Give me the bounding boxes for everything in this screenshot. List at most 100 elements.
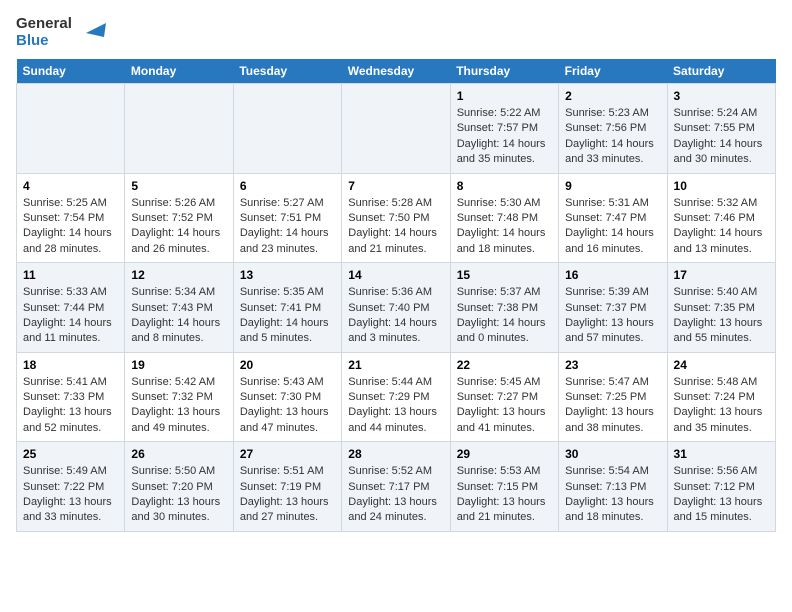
logo-general: General xyxy=(16,16,72,33)
calendar-cell: 24Sunrise: 5:48 AMSunset: 7:24 PMDayligh… xyxy=(667,352,775,442)
day-info: Sunrise: 5:56 AMSunset: 7:12 PMDaylight:… xyxy=(674,464,769,526)
calendar-week-row: 4Sunrise: 5:25 AMSunset: 7:54 PMDaylight… xyxy=(17,173,776,263)
calendar-table: SundayMondayTuesdayWednesdayThursdayFrid… xyxy=(16,59,776,532)
calendar-cell: 17 Sunrise: 5:40 AMSunset: 7:35 PMDayligh… xyxy=(667,263,775,353)
day-info: Sunrise: 5:50 AMSunset: 7:20 PMDaylight:… xyxy=(131,464,226,526)
day-number: 15 xyxy=(457,268,552,282)
logo-blue: Blue xyxy=(16,33,72,50)
calendar-cell xyxy=(342,84,450,174)
calendar-cell: 22Sunrise: 5:45 AMSunset: 7:27 PMDayligh… xyxy=(450,352,558,442)
calendar-header: SundayMondayTuesdayWednesdayThursdayFrid… xyxy=(17,59,776,84)
calendar-day-header: Thursday xyxy=(450,59,558,84)
day-number: 20 xyxy=(240,358,335,372)
day-info: Sunrise: 5:23 AMSunset: 7:56 PMDaylight:… xyxy=(565,106,660,168)
day-info: Sunrise: 5:36 AMSunset: 7:40 PMDaylight:… xyxy=(348,285,443,347)
calendar-week-row: 18 Sunrise: 5:41 AMSunset: 7:33 PMDayligh… xyxy=(17,352,776,442)
day-info: Sunrise: 5:31 AMSunset: 7:47 PMDaylight:… xyxy=(565,196,660,258)
day-info: Sunrise: 5:45 AMSunset: 7:27 PMDaylight:… xyxy=(457,375,552,437)
day-info: Sunrise: 5:34 AMSunset: 7:43 PMDaylight:… xyxy=(131,285,226,347)
day-number: 25 xyxy=(23,447,118,461)
day-info: Sunrise: 5:33 AMSunset: 7:44 PMDaylight:… xyxy=(23,285,118,347)
calendar-week-row: 1 Sunrise: 5:22 AMSunset: 7:57 PMDaylight… xyxy=(17,84,776,174)
calendar-cell: 1 Sunrise: 5:22 AMSunset: 7:57 PMDaylight… xyxy=(450,84,558,174)
day-number: 31 xyxy=(674,447,769,461)
calendar-cell: 5Sunrise: 5:26 AMSunset: 7:52 PMDaylight… xyxy=(125,173,233,263)
day-number: 29 xyxy=(457,447,552,461)
calendar-day-header: Monday xyxy=(125,59,233,84)
calendar-cell: 20 Sunrise: 5:43 AMSunset: 7:30 PMDayligh… xyxy=(233,352,341,442)
calendar-cell: 6Sunrise: 5:27 AMSunset: 7:51 PMDaylight… xyxy=(233,173,341,263)
calendar-cell: 14 Sunrise: 5:36 AMSunset: 7:40 PMDayligh… xyxy=(342,263,450,353)
calendar-cell: 25 Sunrise: 5:49 AMSunset: 7:22 PMDayligh… xyxy=(17,442,125,532)
day-number: 11 xyxy=(23,268,118,282)
calendar-cell: 11 Sunrise: 5:33 AMSunset: 7:44 PMDayligh… xyxy=(17,263,125,353)
calendar-cell xyxy=(233,84,341,174)
day-number: 28 xyxy=(348,447,443,461)
calendar-cell: 2 Sunrise: 5:23 AMSunset: 7:56 PMDaylight… xyxy=(559,84,667,174)
day-info: Sunrise: 5:44 AMSunset: 7:29 PMDaylight:… xyxy=(348,375,443,437)
day-info: Sunrise: 5:27 AMSunset: 7:51 PMDaylight:… xyxy=(240,196,335,258)
day-number: 16 xyxy=(565,268,660,282)
calendar-cell: 7Sunrise: 5:28 AMSunset: 7:50 PMDaylight… xyxy=(342,173,450,263)
day-info: Sunrise: 5:32 AMSunset: 7:46 PMDaylight:… xyxy=(674,196,769,258)
day-number: 26 xyxy=(131,447,226,461)
calendar-cell xyxy=(125,84,233,174)
day-info: Sunrise: 5:28 AMSunset: 7:50 PMDaylight:… xyxy=(348,196,443,258)
calendar-cell: 26 Sunrise: 5:50 AMSunset: 7:20 PMDayligh… xyxy=(125,442,233,532)
day-info: Sunrise: 5:40 AMSunset: 7:35 PMDaylight:… xyxy=(674,285,769,347)
day-info: Sunrise: 5:35 AMSunset: 7:41 PMDaylight:… xyxy=(240,285,335,347)
calendar-cell: 29 Sunrise: 5:53 AMSunset: 7:15 PMDayligh… xyxy=(450,442,558,532)
day-number: 27 xyxy=(240,447,335,461)
day-info: Sunrise: 5:48 AMSunset: 7:24 PMDaylight:… xyxy=(674,375,769,437)
day-info: Sunrise: 5:26 AMSunset: 7:52 PMDaylight:… xyxy=(131,196,226,258)
calendar-cell: 9 Sunrise: 5:31 AMSunset: 7:47 PMDaylight… xyxy=(559,173,667,263)
day-number: 13 xyxy=(240,268,335,282)
day-info: Sunrise: 5:42 AMSunset: 7:32 PMDaylight:… xyxy=(131,375,226,437)
day-number: 4 xyxy=(23,179,118,193)
calendar-cell: 30Sunrise: 5:54 AMSunset: 7:13 PMDayligh… xyxy=(559,442,667,532)
calendar-cell: 13 Sunrise: 5:35 AMSunset: 7:41 PMDayligh… xyxy=(233,263,341,353)
calendar-cell: 10 Sunrise: 5:32 AMSunset: 7:46 PMDayligh… xyxy=(667,173,775,263)
day-info: Sunrise: 5:53 AMSunset: 7:15 PMDaylight:… xyxy=(457,464,552,526)
calendar-cell: 12 Sunrise: 5:34 AMSunset: 7:43 PMDayligh… xyxy=(125,263,233,353)
day-number: 8 xyxy=(457,179,552,193)
day-info: Sunrise: 5:39 AMSunset: 7:37 PMDaylight:… xyxy=(565,285,660,347)
calendar-cell: 21Sunrise: 5:44 AMSunset: 7:29 PMDayligh… xyxy=(342,352,450,442)
day-info: Sunrise: 5:37 AMSunset: 7:38 PMDaylight:… xyxy=(457,285,552,347)
day-info: Sunrise: 5:49 AMSunset: 7:22 PMDaylight:… xyxy=(23,464,118,526)
calendar-week-row: 25 Sunrise: 5:49 AMSunset: 7:22 PMDayligh… xyxy=(17,442,776,532)
day-number: 23 xyxy=(565,358,660,372)
calendar-day-header: Wednesday xyxy=(342,59,450,84)
day-number: 19 xyxy=(131,358,226,372)
day-number: 17 xyxy=(674,268,769,282)
calendar-cell: 3Sunrise: 5:24 AMSunset: 7:55 PMDaylight… xyxy=(667,84,775,174)
calendar-cell: 15 Sunrise: 5:37 AMSunset: 7:38 PMDayligh… xyxy=(450,263,558,353)
calendar-cell: 27 Sunrise: 5:51 AMSunset: 7:19 PMDayligh… xyxy=(233,442,341,532)
calendar-week-row: 11 Sunrise: 5:33 AMSunset: 7:44 PMDayligh… xyxy=(17,263,776,353)
calendar-cell xyxy=(17,84,125,174)
day-number: 2 xyxy=(565,89,660,103)
calendar-day-header: Tuesday xyxy=(233,59,341,84)
calendar-cell: 19 Sunrise: 5:42 AMSunset: 7:32 PMDayligh… xyxy=(125,352,233,442)
day-info: Sunrise: 5:41 AMSunset: 7:33 PMDaylight:… xyxy=(23,375,118,437)
day-info: Sunrise: 5:52 AMSunset: 7:17 PMDaylight:… xyxy=(348,464,443,526)
day-number: 18 xyxy=(23,358,118,372)
calendar-cell: 31 Sunrise: 5:56 AMSunset: 7:12 PMDayligh… xyxy=(667,442,775,532)
calendar-cell: 16 Sunrise: 5:39 AMSunset: 7:37 PMDayligh… xyxy=(559,263,667,353)
day-number: 3 xyxy=(674,89,769,103)
day-info: Sunrise: 5:30 AMSunset: 7:48 PMDaylight:… xyxy=(457,196,552,258)
day-number: 14 xyxy=(348,268,443,282)
day-info: Sunrise: 5:51 AMSunset: 7:19 PMDaylight:… xyxy=(240,464,335,526)
calendar-day-header: Sunday xyxy=(17,59,125,84)
day-number: 9 xyxy=(565,179,660,193)
day-number: 12 xyxy=(131,268,226,282)
day-number: 1 xyxy=(457,89,552,103)
calendar-cell: 23Sunrise: 5:47 AMSunset: 7:25 PMDayligh… xyxy=(559,352,667,442)
day-info: Sunrise: 5:22 AMSunset: 7:57 PMDaylight:… xyxy=(457,106,552,168)
calendar-cell: 28 Sunrise: 5:52 AMSunset: 7:17 PMDayligh… xyxy=(342,442,450,532)
day-number: 10 xyxy=(674,179,769,193)
logo: General Blue xyxy=(16,16,106,49)
logo-bird-icon xyxy=(76,18,106,48)
day-info: Sunrise: 5:43 AMSunset: 7:30 PMDaylight:… xyxy=(240,375,335,437)
page-header: General Blue xyxy=(16,16,776,49)
